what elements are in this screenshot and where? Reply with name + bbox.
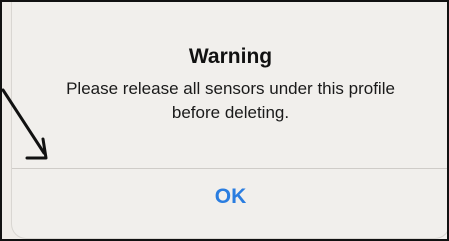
- alert-message: Please release all sensors under this pr…: [66, 79, 395, 122]
- alert-title: Warning: [188, 45, 273, 68]
- screenshot-frame: Warning Please release all sensors under…: [0, 0, 449, 241]
- alert-dialog: Warning Please release all sensors under…: [12, 2, 447, 238]
- ok-button[interactable]: OK: [12, 169, 447, 225]
